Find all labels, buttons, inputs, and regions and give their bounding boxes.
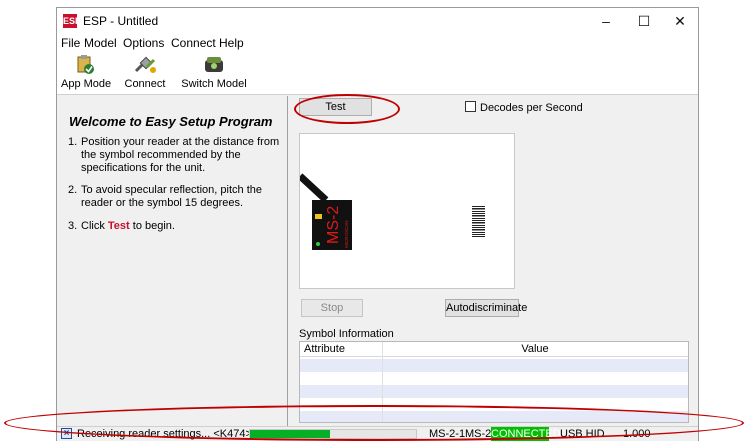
checkbox-box[interactable] bbox=[465, 101, 476, 112]
toolbar: App Mode Connect Switch Model bbox=[57, 52, 698, 95]
switch-model-icon bbox=[205, 57, 223, 72]
connect-icon bbox=[134, 56, 156, 73]
test-panel: Test Decodes per Second MS-2 MICROSCAN S… bbox=[289, 96, 697, 426]
step-3-pre: Click bbox=[81, 220, 108, 232]
close-button[interactable]: ✕ bbox=[662, 10, 698, 32]
menu-model[interactable]: Model bbox=[84, 36, 117, 50]
step-3-number: 3. bbox=[68, 220, 78, 232]
reader-status-light bbox=[316, 242, 320, 246]
welcome-title: Welcome to Easy Setup Program bbox=[69, 114, 273, 129]
reader-brand-text: MICROSCAN bbox=[344, 220, 349, 248]
menu-help[interactable]: Help bbox=[219, 36, 244, 50]
table-row[interactable] bbox=[300, 385, 688, 398]
title-bar: ESP ESP - Untitled – ☐ ✕ bbox=[57, 8, 698, 34]
minimize-button[interactable]: – bbox=[588, 10, 624, 32]
window-title: ESP - Untitled bbox=[83, 14, 159, 28]
step-3: 3. Click Test to begin. bbox=[68, 220, 283, 234]
menu-connect[interactable]: Connect bbox=[171, 36, 216, 50]
step-3-post: to begin. bbox=[129, 220, 175, 232]
menu-file[interactable]: File bbox=[61, 36, 80, 50]
table-row[interactable] bbox=[300, 359, 688, 372]
reader-led bbox=[315, 214, 322, 219]
reader-illustration: MS-2 MICROSCAN bbox=[300, 173, 485, 250]
switch-model-button[interactable]: Switch Model bbox=[179, 54, 249, 92]
barcode-symbol-icon bbox=[472, 206, 485, 237]
menu-bar: File Model Options Connect Help bbox=[57, 34, 698, 52]
step-3-test-keyword: Test bbox=[107, 220, 130, 232]
step-1-text: Position your reader at the distance fro… bbox=[81, 136, 280, 174]
step-2: 2. To avoid specular reflection, pitch t… bbox=[68, 184, 283, 212]
annotation-circle-statusbar bbox=[4, 405, 744, 441]
application-window: ESP ESP - Untitled – ☐ ✕ File Model Opti… bbox=[56, 7, 699, 441]
pane-splitter[interactable] bbox=[287, 96, 288, 426]
switch-model-label: Switch Model bbox=[181, 78, 247, 90]
step-2-number: 2. bbox=[68, 184, 78, 196]
symbol-information-label: Symbol Information bbox=[299, 328, 394, 340]
reader-preview: MS-2 MICROSCAN bbox=[299, 133, 515, 289]
decodes-per-second-label: Decodes per Second bbox=[480, 102, 583, 114]
menu-options[interactable]: Options bbox=[123, 36, 164, 50]
stop-button[interactable]: Stop bbox=[301, 299, 363, 317]
app-mode-label: App Mode bbox=[61, 78, 112, 90]
reader-model-text: MS-2 bbox=[325, 206, 342, 244]
step-1: 1. Position your reader at the distance … bbox=[68, 136, 283, 176]
step-1-number: 1. bbox=[68, 136, 78, 148]
step-2-text: To avoid specular reflection, pitch the … bbox=[81, 184, 262, 209]
app-mode-button[interactable]: App Mode bbox=[61, 54, 112, 92]
welcome-panel: Welcome to Easy Setup Program 1. Positio… bbox=[59, 98, 287, 424]
table-row[interactable] bbox=[300, 372, 688, 385]
app-mode-icon bbox=[77, 55, 94, 74]
connect-label: Connect bbox=[124, 78, 166, 90]
value-column-header[interactable]: Value bbox=[382, 342, 688, 357]
annotation-circle-test bbox=[294, 94, 400, 124]
decodes-per-second-checkbox[interactable]: Decodes per Second bbox=[465, 101, 583, 114]
attribute-column-header[interactable]: Attribute bbox=[300, 342, 382, 357]
step-3-text: Click Test to begin. bbox=[81, 220, 281, 233]
maximize-button[interactable]: ☐ bbox=[626, 10, 662, 32]
autodiscriminate-button[interactable]: Autodiscriminate bbox=[445, 299, 527, 317]
reader-cable bbox=[300, 173, 329, 203]
connect-button[interactable]: Connect bbox=[123, 54, 167, 92]
esp-app-icon: ESP bbox=[63, 14, 82, 28]
